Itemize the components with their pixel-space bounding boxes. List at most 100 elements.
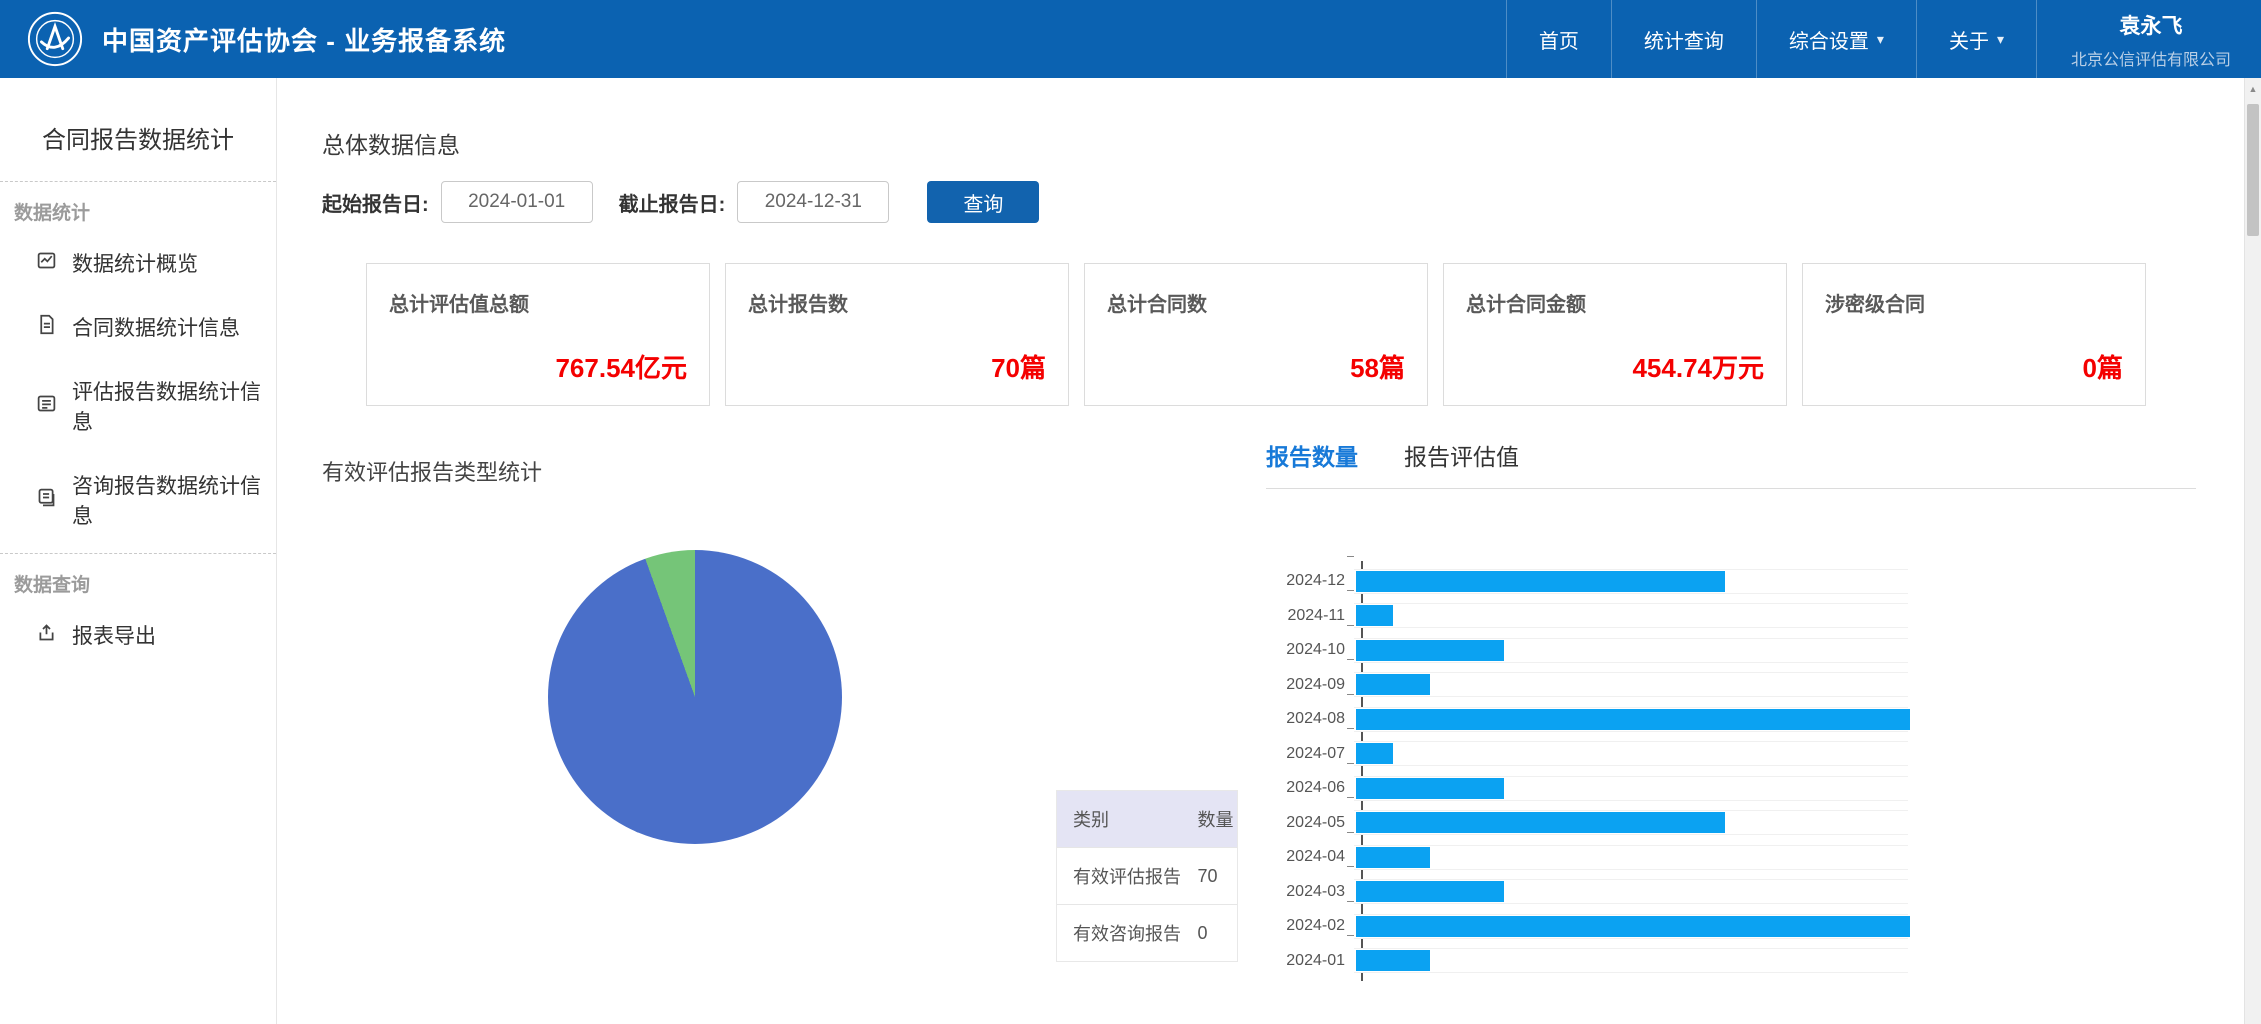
bar-row: 2024-12 [1266,555,2196,599]
bar-category-label: 2024-06 [1286,779,1345,797]
sidebar-title: 合同报告数据统计 [0,78,276,182]
stat-card-value: 454.74万元 [1632,353,1764,383]
user-menu[interactable]: 袁永飞 北京公信评估有限公司 [2035,0,2261,78]
scroll-up-arrow[interactable]: ▲ [2245,78,2261,100]
user-company: 北京公信评估有限公司 [2070,52,2231,69]
bar-category-label: 2024-09 [1286,675,1345,693]
nav-item-label: 综合设置 [1788,30,1869,53]
stat-card-value: 767.54亿元 [555,353,687,383]
nav-item[interactable]: 首页 [1505,0,1611,78]
stat-card-label: 总计报告数 [748,294,848,316]
stat-card-value: 70篇 [991,353,1046,383]
sidebar-item[interactable]: 咨询报告数据统计信息 [0,453,276,547]
bar-row: 2024-09 [1266,659,2196,703]
bar-track [1347,762,1908,801]
scrollbar[interactable]: ▲ [2244,78,2261,1024]
file-copy-icon [36,487,72,514]
top-nav: 首页 统计查询 综合设置 ▾ 关于 ▾ [1505,0,2036,78]
sidebar-section-title: 数据查询 [14,575,91,596]
sidebar-item[interactable]: 报表导出 [0,603,276,667]
bar-track [1347,797,1908,836]
bar-row: 2024-06 [1266,762,2196,806]
file-text-icon [36,314,72,341]
nav-item-label: 首页 [1538,30,1579,53]
table-header-cell: 类别 [1057,791,1192,848]
bar-fill [1356,950,1430,972]
sidebar-item-label: 咨询报告数据统计信息 [72,475,261,528]
stat-card-value: 0篇 [2082,353,2123,383]
stat-card: 涉密级合同 0篇 [1802,263,2146,406]
bar-category-label: 2024-07 [1286,744,1345,762]
bar-category-label: 2024-01 [1286,951,1345,969]
sidebar-section: 数据查询报表导出 [0,553,276,673]
nav-item-label: 统计查询 [1643,30,1724,53]
table-header-cell: 数量 [1191,791,1237,848]
sidebar-sections: 数据统计数据统计概览合同数据统计信息评估报告数据统计信息 咨询报告数据统计信息数据… [0,182,276,673]
end-date-input[interactable] [737,181,890,223]
chevron-down-icon: ▾ [1876,30,1884,47]
association-logo-icon [26,10,84,68]
nav-item[interactable]: 统计查询 [1610,0,1756,78]
start-date-input[interactable] [440,181,593,223]
stat-card: 总计合同数 58篇 [1084,263,1428,406]
table-cell: 70 [1191,847,1237,905]
bar-fill [1356,777,1504,799]
sidebar-item[interactable]: 合同数据统计信息 [0,295,276,359]
sidebar-item-label: 数据统计概览 [72,253,198,276]
stat-card-label: 总计评估值总额 [389,294,529,316]
bar-category-label: 2024-03 [1286,882,1345,900]
filter-bar: 起始报告日: 截止报告日: 查询 [322,181,1040,223]
tab-active[interactable]: 报告数量 [1266,438,1358,472]
sidebar-item[interactable]: 评估报告数据统计信息 [0,359,276,453]
sidebar-item-label: 评估报告数据统计信息 [72,381,261,434]
bar-row: 2024-10 [1266,624,2196,668]
stat-card-label: 总计合同金额 [1466,294,1586,316]
bar-row: 2024-05 [1266,797,2196,841]
table-row: 有效咨询报告 0 [1057,904,1237,961]
scrollbar-thumb[interactable] [2247,104,2259,236]
stat-card-label: 总计合同数 [1107,294,1207,316]
user-name: 袁永飞 [2119,15,2183,38]
bar-fill [1356,915,1910,937]
start-date-label: 起始报告日: [322,193,429,216]
main-content: 总体数据信息 起始报告日: 截止报告日: 查询 总计评估值总额767.54亿元总… [277,78,2244,1024]
table-row: 有效评估报告 70 [1057,847,1237,905]
bar-track [1347,900,1910,939]
sidebar-item[interactable]: 数据统计概览 [0,231,276,295]
export-icon [36,622,72,649]
bar-category-label: 2024-11 [1287,606,1345,624]
chevron-down-icon: ▾ [1996,30,2004,47]
stat-card: 总计报告数 70篇 [725,263,1069,406]
bar-fill [1356,743,1393,765]
bar-category-label: 2024-04 [1286,848,1345,866]
stat-cards: 总计评估值总额 767.54亿元 总计报告数 70篇 总计合同数 58篇 总计合同金额 454… [366,263,2146,406]
table-cell: 0 [1191,904,1237,961]
tab-inactive[interactable]: 报告评估值 [1404,438,1519,472]
pie-chart-title: 有效评估报告类型统计 [322,460,543,485]
nav-item[interactable]: 综合设置 ▾ [1755,0,1916,78]
bar-track [1347,555,1908,594]
list-icon [36,393,72,420]
bar-fill [1356,570,1726,592]
bar-row: 2024-03 [1266,866,2196,910]
bar-track [1347,935,1908,974]
end-date-label: 截止报告日: [618,193,726,216]
bar-row: 2024-04 [1266,831,2196,875]
sidebar-section-title: 数据统计 [14,203,91,224]
bar-chart: 2024-12 2024-11 2024-10 2024-09 2024-08 2024-… [1266,555,2196,981]
bar-track [1347,659,1908,698]
sidebar-item-label: 合同数据统计信息 [72,317,240,340]
bar-category-label: 2024-10 [1286,641,1345,659]
query-button[interactable]: 查询 [927,181,1040,223]
bar-track [1347,831,1908,870]
table-cell: 有效咨询报告 [1057,904,1192,961]
stat-card: 总计评估值总额 767.54亿元 [366,263,710,406]
chart-tabs: 报告数量 报告评估值 [1266,438,2196,489]
nav-item[interactable]: 关于 ▾ [1915,0,2036,78]
bar-fill [1356,708,1910,730]
bar-fill [1356,812,1726,834]
bar-track [1347,624,1908,663]
bar-fill [1356,881,1504,903]
stat-card-label: 涉密级合同 [1825,294,1925,316]
table-header-row: 类别 数量 [1057,791,1237,848]
